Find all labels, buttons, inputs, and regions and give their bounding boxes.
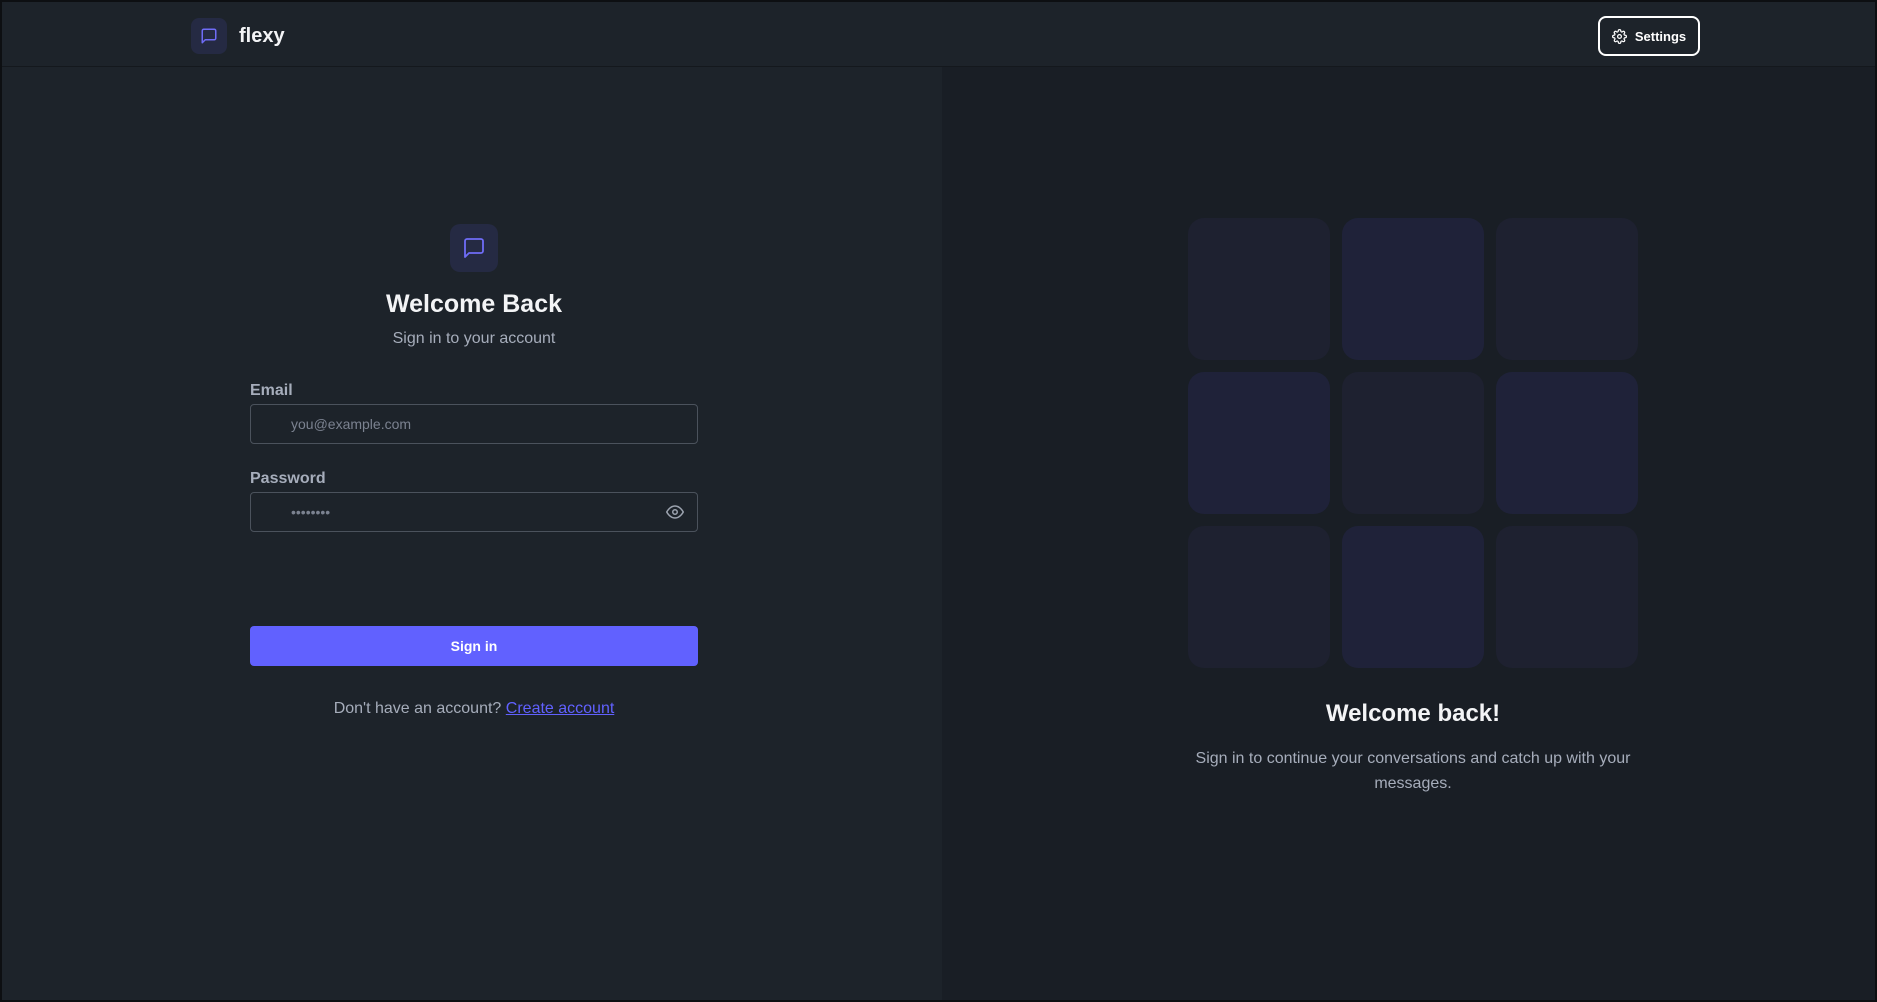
create-account-link[interactable]: Create account: [506, 700, 615, 717]
settings-button[interactable]: Settings: [1598, 16, 1700, 56]
page-subtitle: Sign in to your account: [392, 330, 556, 347]
brand[interactable]: flexy: [191, 18, 285, 54]
toggle-password-visibility-button[interactable]: [664, 501, 686, 523]
email-field[interactable]: [250, 404, 698, 444]
chat-bubble-icon: [464, 238, 484, 258]
decorative-tile: [1342, 526, 1484, 668]
decorative-tile: [1188, 526, 1330, 668]
promo-text: Sign in to continue your conversations a…: [1195, 750, 1631, 792]
sign-in-button[interactable]: Sign in: [250, 626, 698, 666]
decorative-tile: [1496, 372, 1638, 514]
password-label: Password: [250, 470, 326, 487]
signup-prompt: Don't have an account? Create account: [250, 700, 698, 718]
email-label: Email: [250, 382, 293, 399]
login-pane: [2, 67, 942, 1000]
decorative-tile: [1188, 218, 1330, 360]
decorative-tile-grid: [1188, 218, 1638, 668]
decorative-tile: [1496, 218, 1638, 360]
promo-title: Welcome back!: [1325, 700, 1501, 727]
decorative-tile: [1188, 372, 1330, 514]
settings-button-label: Settings: [1634, 28, 1687, 44]
chat-bubble-icon: [201, 28, 217, 44]
eye-icon: [666, 505, 684, 519]
page-title: Welcome Back: [385, 290, 562, 318]
decorative-tile: [1342, 372, 1484, 514]
decorative-tile: [1342, 218, 1484, 360]
navbar: flexy Settings: [2, 2, 1875, 67]
brand-name: flexy: [239, 24, 285, 47]
password-field[interactable]: [250, 492, 698, 532]
decorative-tile: [1496, 526, 1638, 668]
form-logo: [450, 224, 498, 272]
brand-logo: [191, 18, 227, 54]
gear-icon: [1611, 28, 1627, 44]
signup-prompt-text: Don't have an account?: [333, 700, 502, 717]
